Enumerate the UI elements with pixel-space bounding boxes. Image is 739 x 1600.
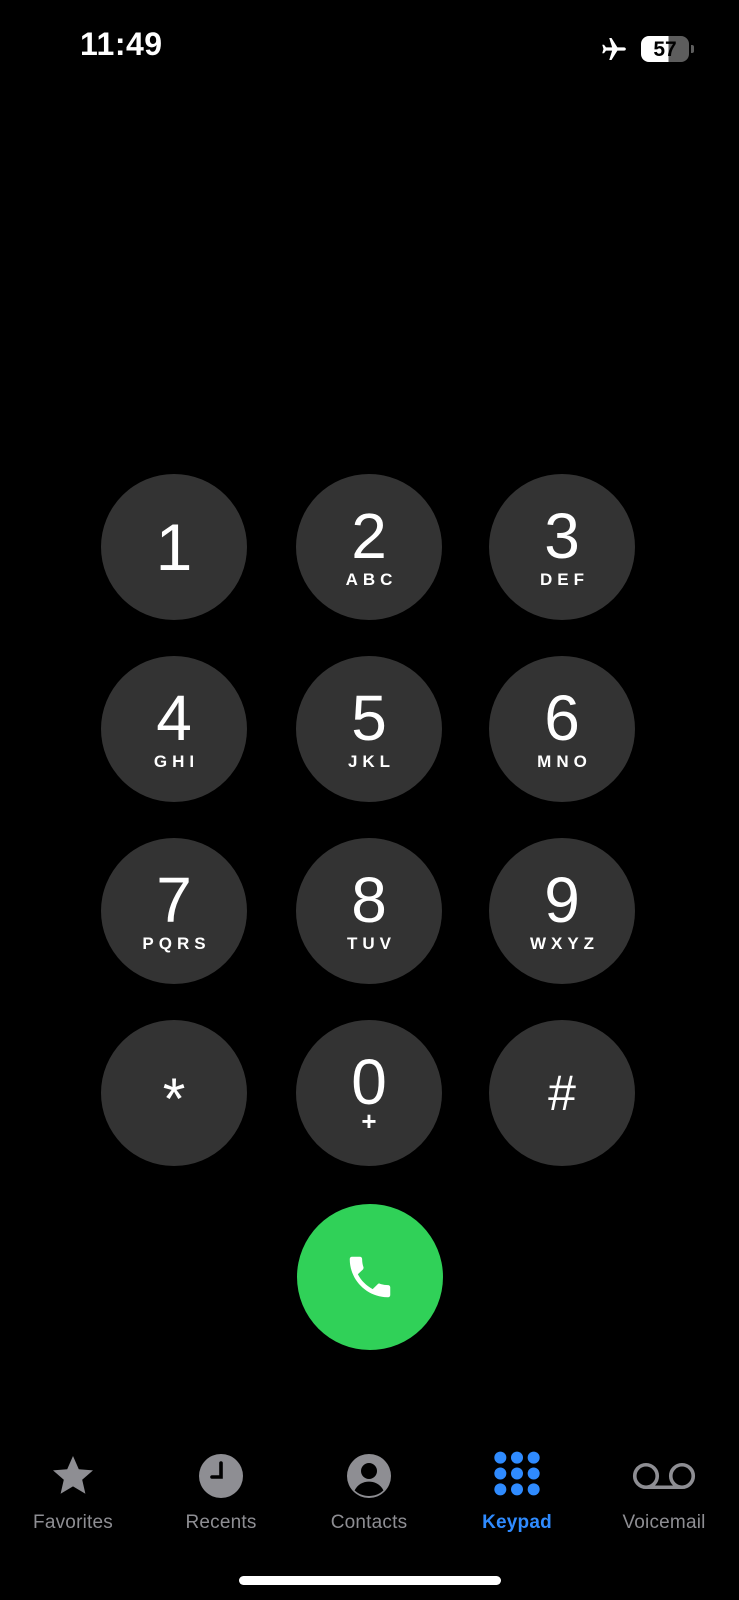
key-7[interactable]: 7 PQRS <box>101 838 247 984</box>
key-letters: WXYZ <box>529 934 600 953</box>
clock-icon <box>195 1450 247 1502</box>
tab-label: Recents <box>185 1512 257 1533</box>
key-digit: 1 <box>155 510 193 584</box>
key-2[interactable]: 2 ABC <box>296 474 442 620</box>
key-letters: MNO <box>537 752 592 771</box>
key-digit: 5 <box>351 682 387 754</box>
airplane-icon <box>602 38 626 60</box>
battery-icon: 57 <box>641 36 694 62</box>
key-letters: DEF <box>540 570 589 589</box>
key-digit: 3 <box>544 500 580 572</box>
key-digit: 9 <box>544 864 580 936</box>
key-6[interactable]: 6 MNO <box>489 656 635 802</box>
status-indicators: 57 <box>597 34 694 64</box>
tab-voicemail[interactable]: Voicemail <box>594 1450 734 1534</box>
key-digit: 8 <box>351 864 387 936</box>
voicemail-icon <box>629 1450 699 1502</box>
battery-cap <box>691 45 694 53</box>
battery-level: 57 <box>653 37 677 61</box>
tab-keypad[interactable]: Keypad <box>447 1450 587 1534</box>
key-digit: 0 <box>351 1046 387 1118</box>
key-digit: 7 <box>156 864 192 936</box>
key-letters: JKL <box>347 752 396 771</box>
keypad-grid-icon <box>491 1450 543 1502</box>
key-letters: ABC <box>345 570 398 589</box>
tab-label: Keypad <box>482 1512 552 1533</box>
key-4[interactable]: 4 GHI <box>101 656 247 802</box>
tab-label: Contacts <box>330 1512 408 1533</box>
tab-contacts[interactable]: Contacts <box>299 1450 439 1534</box>
key-9[interactable]: 9 WXYZ <box>489 838 635 984</box>
call-button[interactable] <box>297 1204 443 1350</box>
star-icon <box>47 1450 99 1502</box>
tab-favorites[interactable]: Favorites <box>3 1450 143 1534</box>
key-0[interactable]: 0 + <box>296 1020 442 1166</box>
key-letters: TUV <box>347 934 396 953</box>
key-letters: PQRS <box>142 934 211 953</box>
key-8[interactable]: 8 TUV <box>296 838 442 984</box>
key-letters: + <box>361 1106 377 1136</box>
phone-icon <box>349 1256 391 1298</box>
tab-recents[interactable]: Recents <box>151 1450 291 1534</box>
key-letters: GHI <box>153 752 200 771</box>
tab-label: Favorites <box>33 1512 113 1533</box>
key-digit: 4 <box>156 682 192 754</box>
home-indicator[interactable] <box>239 1576 501 1585</box>
key-digit: # <box>548 1065 576 1121</box>
key-5[interactable]: 5 JKL <box>296 656 442 802</box>
key-digit: 6 <box>544 682 580 754</box>
status-time: 11:49 <box>80 26 163 62</box>
key-digit: * <box>162 1067 186 1132</box>
key-star[interactable]: * <box>101 1020 247 1166</box>
key-3[interactable]: 3 DEF <box>489 474 635 620</box>
tab-label: Voicemail <box>622 1512 706 1533</box>
key-hash[interactable]: # <box>489 1020 635 1166</box>
key-digit: 2 <box>351 500 387 572</box>
key-1[interactable]: 1 <box>101 474 247 620</box>
person-icon <box>343 1450 395 1502</box>
